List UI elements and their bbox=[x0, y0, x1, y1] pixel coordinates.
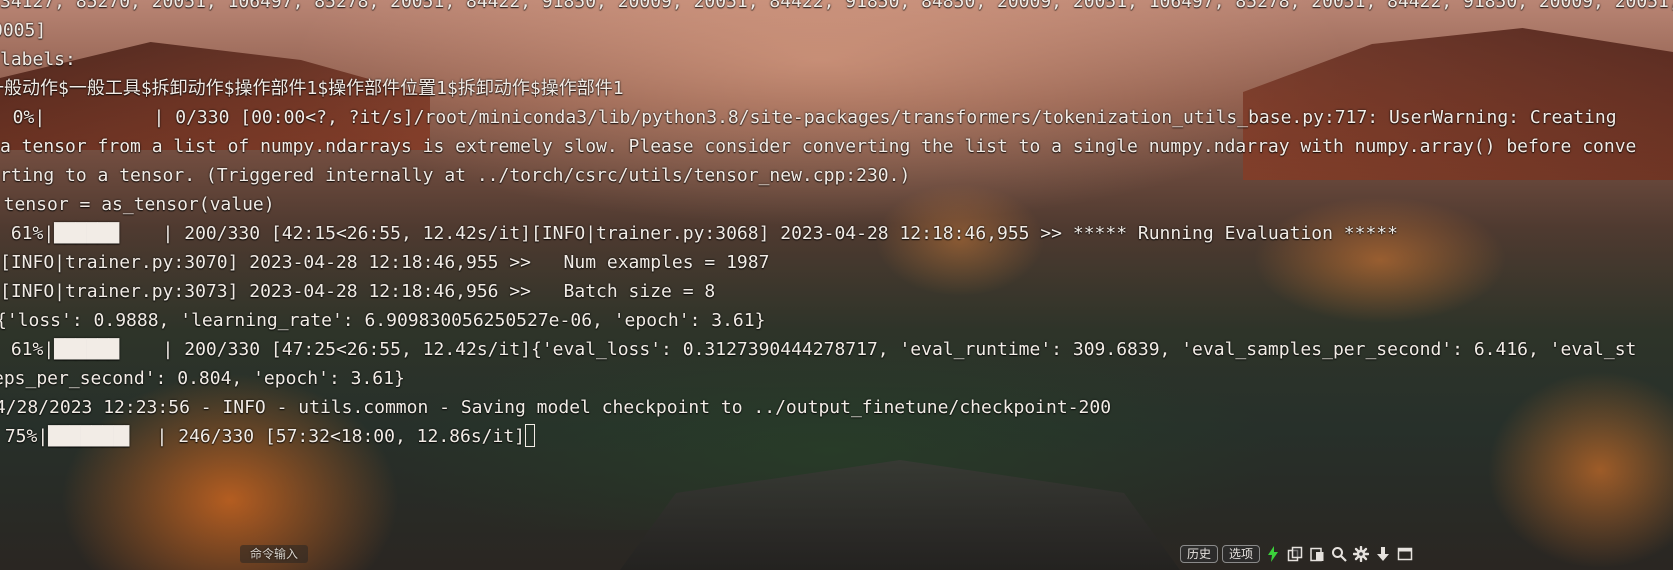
terminal-line: 61%|██████ | 200/330 [47:25<26:55, 12.42… bbox=[0, 339, 1637, 360]
terminal-line: 一般动作$一般工具$拆卸动作$操作部件1$操作部件位置1$拆卸动作$操作部件1 bbox=[0, 78, 624, 99]
terminal-line: eps_per_second': 0.804, 'epoch': 3.61} bbox=[0, 368, 405, 389]
command-input-label[interactable]: 命令输入 bbox=[240, 545, 309, 563]
terminal-line: 0005] bbox=[0, 20, 47, 41]
options-button[interactable]: 选项 bbox=[1222, 545, 1261, 563]
terminal-line-text: 75%|███████▌ | 246/330 [57:32<18:00, 12.… bbox=[0, 426, 526, 447]
terminal-line: labels: bbox=[0, 49, 76, 70]
copy-icon[interactable] bbox=[1286, 545, 1304, 563]
history-button[interactable]: 历史 bbox=[1180, 545, 1219, 563]
terminal-line: 61%|██████ | 200/330 [42:15<26:55, 12.42… bbox=[0, 223, 1398, 244]
terminal-line: [INFO|trainer.py:3073] 2023-04-28 12:18:… bbox=[0, 281, 716, 302]
terminal-prompt-line: 75%|███████▌ | 246/330 [57:32<18:00, 12.… bbox=[0, 422, 1667, 451]
terminal-line: 0%| | 0/330 [00:00<?, ?it/s]/root/minico… bbox=[0, 107, 1617, 128]
terminal-line: {'loss': 0.9888, 'learning_rate': 6.9098… bbox=[0, 310, 766, 331]
search-icon[interactable] bbox=[1330, 545, 1348, 563]
paste-icon[interactable] bbox=[1308, 545, 1326, 563]
terminal-line: [INFO|trainer.py:3070] 2023-04-28 12:18:… bbox=[0, 252, 770, 273]
terminal-line: 34127, 85270, 20051, 106497, 85278, 2005… bbox=[0, 0, 1673, 12]
download-icon[interactable] bbox=[1374, 545, 1392, 563]
terminal-output[interactable]: 34127, 85270, 20051, 106497, 85278, 2005… bbox=[0, 0, 1673, 507]
lightning-icon[interactable] bbox=[1264, 545, 1282, 563]
terminal-cursor[interactable] bbox=[525, 424, 536, 447]
terminal-line: 04/28/2023 12:23:56 - INFO - utils.commo… bbox=[0, 397, 1112, 418]
window-icon[interactable] bbox=[1396, 545, 1414, 563]
terminal-window: 34127, 85270, 20051, 106497, 85278, 2005… bbox=[0, 0, 1673, 570]
terminal-line: rting to a tensor. (Triggered internally… bbox=[0, 165, 911, 186]
terminal-line: tensor = as_tensor(value) bbox=[0, 194, 275, 215]
gear-icon[interactable] bbox=[1352, 545, 1370, 563]
terminal-toolbar: 历史 选项 bbox=[1180, 544, 1414, 564]
terminal-line: a tensor from a list of numpy.ndarrays i… bbox=[0, 136, 1637, 157]
